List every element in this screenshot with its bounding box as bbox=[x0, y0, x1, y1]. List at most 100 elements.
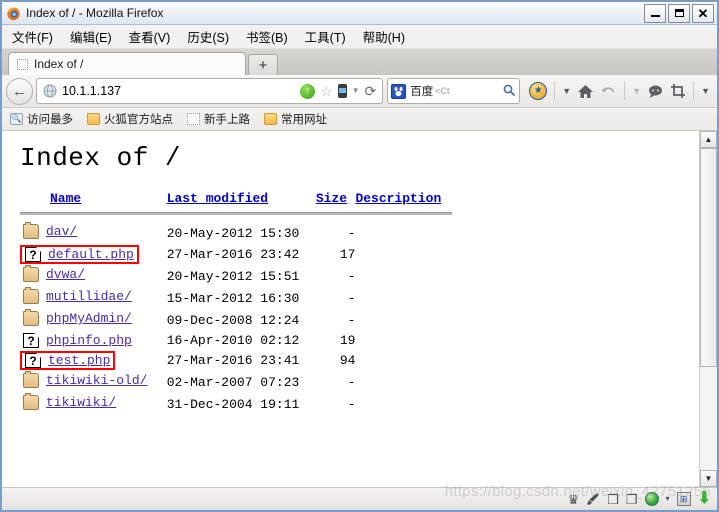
file-link[interactable]: tikiwiki/ bbox=[46, 395, 116, 410]
sort-by-description-link[interactable]: Description bbox=[355, 191, 441, 206]
column-header-description[interactable]: Description bbox=[355, 191, 452, 209]
horizontal-rule bbox=[20, 212, 452, 215]
star-addon-icon: ★ bbox=[529, 82, 548, 100]
screenshot-crop-button[interactable] bbox=[667, 83, 689, 99]
badge-icon[interactable]: ⊞ bbox=[676, 492, 691, 506]
folder-icon bbox=[23, 371, 39, 388]
column-header-size[interactable]: Size bbox=[316, 191, 356, 209]
sort-by-date-link[interactable]: Last modified bbox=[167, 191, 268, 206]
table-row[interactable]: ? test.php 27-Mar-2016 23:41 94 bbox=[20, 350, 452, 371]
close-button[interactable]: ✕ bbox=[692, 3, 714, 23]
url-input[interactable]: 10.1.1.137 bbox=[62, 84, 300, 98]
sort-by-size-link[interactable]: Size bbox=[316, 191, 347, 206]
scroll-down-button[interactable]: ▼ bbox=[700, 470, 717, 487]
table-row[interactable]: ? phpinfo.php 16-Apr-2010 02:12 19 bbox=[20, 331, 452, 350]
menu-bookmarks[interactable]: 书签(B) bbox=[246, 27, 288, 46]
bookmark-star-icon[interactable]: ☆ bbox=[320, 84, 333, 98]
table-row[interactable]: dvwa/ 20-May-2012 15:51 - bbox=[20, 265, 452, 287]
file-link[interactable]: mutillidae/ bbox=[46, 289, 132, 304]
table-row[interactable]: mutillidae/ 15-Mar-2012 16:30 - bbox=[20, 287, 452, 309]
cell-modified: 20-May-2012 15:51 bbox=[166, 268, 300, 284]
bookmark-most-visited[interactable]: 🔍 访问最多 bbox=[10, 111, 73, 127]
scroll-up-button[interactable]: ▲ bbox=[700, 131, 717, 148]
plus-icon: + bbox=[258, 56, 268, 74]
cell-description bbox=[355, 393, 452, 415]
reload-icon[interactable]: ⟳ bbox=[365, 84, 377, 98]
file-link[interactable]: dav/ bbox=[46, 224, 77, 239]
folder-icon bbox=[23, 393, 39, 410]
sort-by-name-link[interactable]: Name bbox=[50, 191, 81, 206]
table-row[interactable]: phpMyAdmin/ 09-Dec-2008 12:24 - bbox=[20, 309, 452, 331]
bookmark-firefox-official[interactable]: 火狐官方站点 bbox=[87, 111, 173, 127]
folder-icon bbox=[23, 309, 39, 326]
new-tab-button[interactable]: + bbox=[248, 54, 278, 75]
column-header-last-modified[interactable]: Last modified bbox=[167, 191, 316, 209]
tab-index-of[interactable]: Index of / bbox=[8, 52, 246, 75]
addon-dropdown-button[interactable]: ▼ bbox=[559, 86, 574, 96]
maximize-button[interactable] bbox=[668, 3, 690, 23]
toolbar-overflow-button[interactable]: ▼ bbox=[698, 86, 713, 96]
scrollbar-track[interactable] bbox=[700, 148, 717, 470]
back-button[interactable]: ← bbox=[6, 77, 33, 105]
globe-icon[interactable] bbox=[644, 492, 659, 506]
caret-down-icon: ▼ bbox=[704, 473, 713, 483]
unknown-file-icon: ? bbox=[23, 333, 39, 348]
file-link[interactable]: dvwa/ bbox=[46, 267, 85, 282]
unknown-file-icon: ? bbox=[25, 247, 41, 262]
undo-button[interactable] bbox=[597, 83, 620, 100]
menu-edit[interactable]: 编辑(E) bbox=[70, 27, 112, 46]
menu-tools[interactable]: 工具(T) bbox=[305, 27, 346, 46]
file-link[interactable]: tikiwiki-old/ bbox=[46, 373, 147, 388]
file-link[interactable]: test.php bbox=[48, 353, 110, 368]
clipboard-paste-icon[interactable]: ❐ bbox=[626, 493, 638, 506]
undo-dropdown-button[interactable]: ▼ bbox=[629, 86, 644, 96]
file-link[interactable]: default.php bbox=[48, 247, 134, 262]
table-row[interactable]: dav/ 20-May-2012 15:30 - bbox=[20, 222, 452, 244]
column-header-name[interactable]: Name bbox=[20, 191, 167, 209]
scrollbar-thumb[interactable] bbox=[700, 148, 717, 367]
file-link[interactable]: phpMyAdmin/ bbox=[46, 311, 132, 326]
table-row[interactable]: ? default.php 27-Mar-2016 23:42 17 bbox=[20, 244, 452, 265]
go-arrow-icon[interactable]: ↑ bbox=[300, 83, 316, 99]
vertical-scrollbar[interactable]: ▲ ▼ bbox=[699, 131, 717, 487]
crown-icon[interactable]: ♛ bbox=[568, 493, 580, 506]
menu-bar: 文件(F) 编辑(E) 查看(V) 历史(S) 书签(B) 工具(T) 帮助(H… bbox=[2, 25, 717, 49]
url-bar[interactable]: 10.1.1.137 ↑ ☆ ▼ ⟳ bbox=[36, 78, 384, 104]
menu-view[interactable]: 查看(V) bbox=[129, 27, 171, 46]
file-entry: dav/ bbox=[20, 222, 80, 240]
chevron-down-icon[interactable]: ▼ bbox=[352, 87, 360, 95]
baidu-icon[interactable] bbox=[391, 83, 407, 99]
window-controls: ✕ bbox=[644, 3, 715, 23]
search-bar[interactable]: 百度 <Ct bbox=[387, 78, 521, 104]
cell-description bbox=[355, 331, 452, 350]
clipboard-copy-icon[interactable]: ❒ bbox=[607, 493, 619, 506]
cell-description bbox=[355, 287, 452, 309]
bookmark-getting-started[interactable]: 新手上路 bbox=[187, 111, 250, 127]
bookmark-label: 火狐官方站点 bbox=[104, 114, 173, 126]
download-icon[interactable]: ⬇ bbox=[698, 491, 711, 507]
table-row[interactable]: tikiwiki-old/ 02-Mar-2007 07:23 - bbox=[20, 371, 452, 393]
minimize-button[interactable] bbox=[644, 3, 666, 23]
crop-icon bbox=[671, 84, 686, 98]
cell-size: - bbox=[347, 290, 356, 306]
toolbar-separator-2 bbox=[624, 82, 626, 100]
home-button[interactable] bbox=[574, 83, 597, 100]
addon-star-button[interactable]: ★ bbox=[526, 82, 550, 100]
toolbar-separator bbox=[554, 82, 556, 100]
brush-icon[interactable] bbox=[586, 492, 600, 506]
cell-description bbox=[355, 309, 452, 331]
search-icon[interactable] bbox=[503, 84, 516, 99]
table-row[interactable]: tikiwiki/ 31-Dec-2004 19:11 - bbox=[20, 393, 452, 415]
status-bar: https://blog.csdn.net/weixin_42751256 ♛ … bbox=[2, 483, 717, 510]
menu-history[interactable]: 历史(S) bbox=[187, 27, 229, 46]
menu-file[interactable]: 文件(F) bbox=[12, 27, 53, 46]
chat-button[interactable] bbox=[644, 84, 667, 99]
reader-phone-icon[interactable] bbox=[337, 84, 347, 98]
menu-help[interactable]: 帮助(H) bbox=[363, 27, 405, 46]
directory-index-page: Index of / Name Last modified Size Descr… bbox=[2, 131, 699, 487]
file-entry: tikiwiki/ bbox=[20, 393, 119, 411]
file-link[interactable]: phpinfo.php bbox=[46, 333, 132, 348]
bookmark-common-sites[interactable]: 常用网址 bbox=[264, 111, 327, 127]
caret-down-icon[interactable]: ▾ bbox=[666, 495, 670, 503]
cell-description bbox=[355, 265, 452, 287]
